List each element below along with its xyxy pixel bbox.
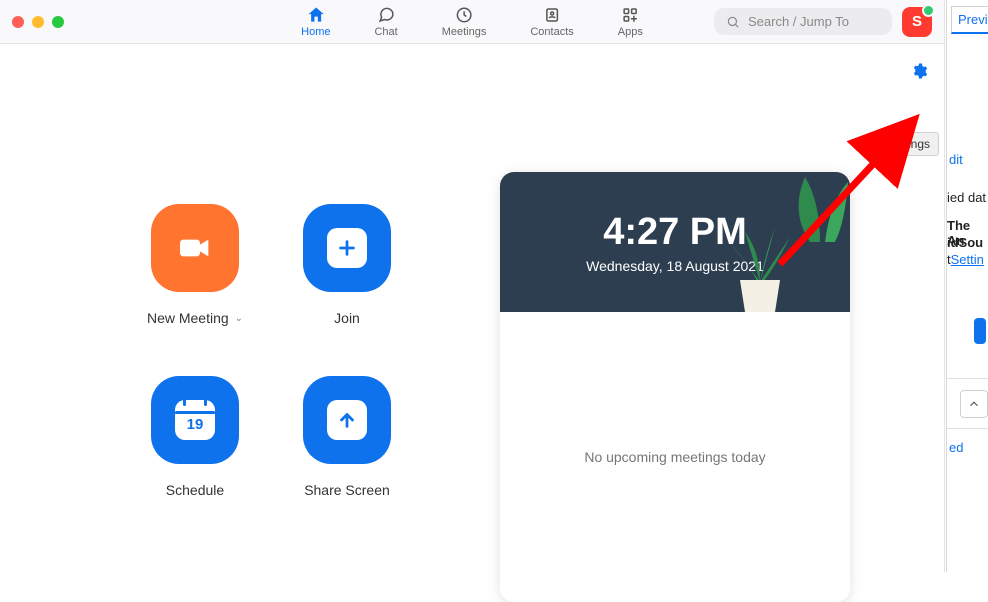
tab-label: Chat	[374, 26, 397, 38]
calendar-day: 19	[187, 416, 204, 433]
plus-icon	[327, 228, 367, 268]
tab-label: Apps	[618, 26, 643, 38]
avatar[interactable]: S	[902, 7, 932, 37]
schedule-label: Schedule	[166, 482, 224, 498]
search-input[interactable]: Search / Jump To	[714, 8, 892, 35]
share-screen-button[interactable]	[303, 376, 391, 464]
plant-pot-icon	[715, 222, 805, 312]
meetings-panel: 4:27 PM Wednesday, 18 August 2021 No upc…	[500, 172, 850, 602]
tab-label: Home	[301, 26, 330, 38]
share-screen-action: Share Screen	[272, 376, 422, 498]
divider	[947, 428, 988, 429]
apps-icon	[620, 5, 640, 25]
upcoming-meetings: No upcoming meetings today	[500, 312, 850, 602]
empty-state-text: No upcoming meetings today	[584, 449, 765, 465]
join-button[interactable]	[303, 204, 391, 292]
upload-arrow-icon	[327, 400, 367, 440]
schedule-button[interactable]: 19	[151, 376, 239, 464]
settings-tooltip: Settings	[878, 132, 939, 156]
tab-meetings[interactable]: Meetings	[442, 5, 487, 38]
side-link[interactable]: ed	[949, 440, 963, 455]
settings-gear-icon[interactable]	[910, 62, 928, 80]
chevron-up-icon	[967, 397, 981, 411]
new-meeting-action: New Meeting ⌄	[120, 204, 270, 326]
nav-tabs: Home Chat Meetings Contacts	[301, 5, 643, 38]
settings-link[interactable]: Settin	[951, 252, 984, 267]
tab-chat[interactable]: Chat	[374, 5, 397, 38]
tab-contacts[interactable]: Contacts	[530, 5, 573, 38]
panel-hero: 4:27 PM Wednesday, 18 August 2021	[500, 172, 850, 312]
join-action: Join	[272, 204, 422, 326]
tab-label: Meetings	[442, 26, 487, 38]
minimize-window-button[interactable]	[32, 16, 44, 28]
clock-icon	[454, 5, 474, 25]
tab-apps[interactable]: Apps	[618, 5, 643, 38]
side-text: ied dat	[947, 190, 986, 205]
video-icon	[175, 228, 215, 268]
partial-button[interactable]	[974, 318, 986, 344]
close-window-button[interactable]	[12, 16, 24, 28]
zoom-main-window: Home Chat Meetings Contacts	[0, 0, 945, 572]
edit-link[interactable]: dit	[949, 152, 963, 167]
calendar-icon: 19	[175, 400, 215, 440]
search-icon	[726, 15, 740, 29]
side-row: t Settin	[947, 252, 984, 267]
titlebar-right: Search / Jump To S	[714, 7, 932, 37]
contacts-icon	[542, 5, 562, 25]
side-text: idSou	[947, 235, 983, 250]
chat-icon	[376, 5, 396, 25]
content: Settings New Meeting ⌄ Join	[0, 44, 944, 572]
tab-home[interactable]: Home	[301, 5, 330, 38]
preview-tab[interactable]: Previ	[951, 6, 988, 34]
share-screen-label: Share Screen	[304, 482, 390, 498]
tab-label: Contacts	[530, 26, 573, 38]
window-controls	[12, 16, 64, 28]
schedule-action: 19 Schedule	[120, 376, 270, 498]
join-label: Join	[334, 310, 360, 326]
background-window: Previ dit ied dat The An idSou t Settin …	[946, 0, 988, 572]
chevron-down-icon: ⌄	[235, 313, 243, 324]
action-grid: New Meeting ⌄ Join	[120, 204, 422, 498]
collapse-toggle[interactable]	[960, 390, 988, 418]
divider	[947, 378, 988, 379]
home-icon	[306, 5, 326, 25]
avatar-initial: S	[912, 13, 922, 30]
fullscreen-window-button[interactable]	[52, 16, 64, 28]
titlebar: Home Chat Meetings Contacts	[0, 0, 944, 44]
search-placeholder: Search / Jump To	[748, 14, 849, 29]
new-meeting-button[interactable]	[151, 204, 239, 292]
new-meeting-label[interactable]: New Meeting ⌄	[147, 310, 243, 326]
